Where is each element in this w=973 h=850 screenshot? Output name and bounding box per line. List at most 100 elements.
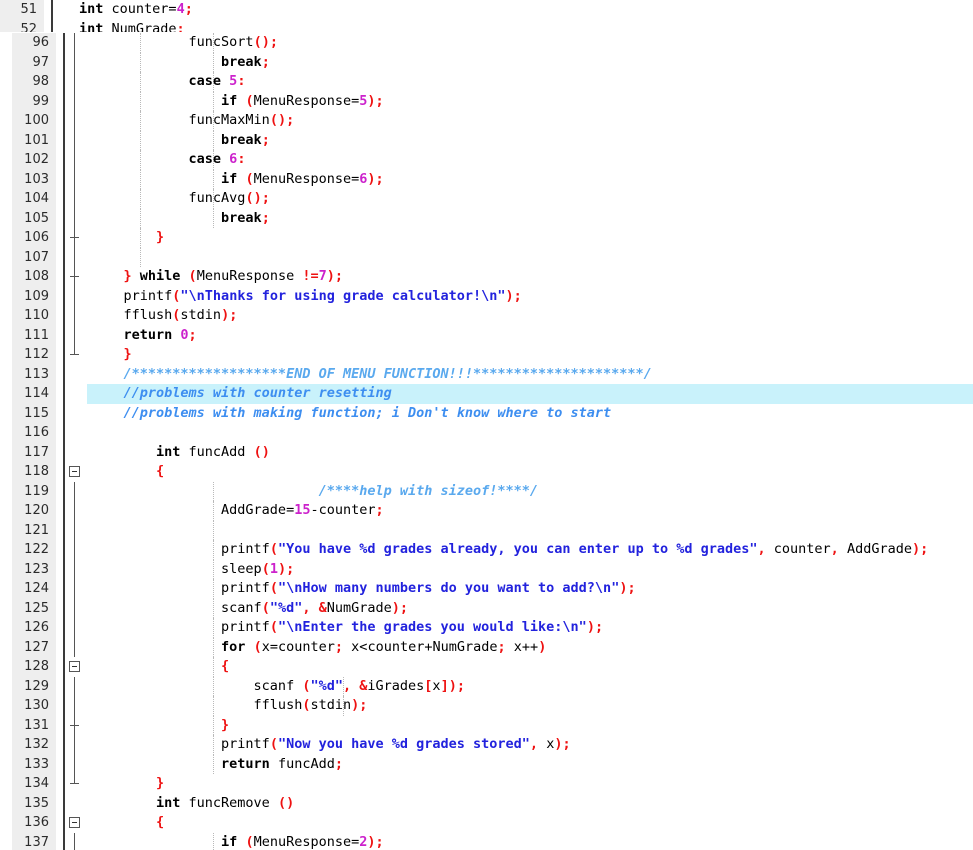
fold-column[interactable] [65,131,87,151]
split-pane-lower[interactable]: 96 funcSort();97 break;98 case 5:99 if (… [0,32,973,850]
code-line[interactable]: 105 break; [6,209,973,229]
code-line[interactable]: 134 } [6,774,973,794]
fold-column[interactable] [65,813,87,833]
code-cell[interactable]: return funcAdd; [87,755,973,775]
code-cell[interactable]: funcMaxMin(); [87,111,973,131]
fold-column[interactable] [65,384,87,404]
fold-column[interactable] [65,735,87,755]
fold-column[interactable] [65,618,87,638]
code-line[interactable]: 136 { [6,813,973,833]
code-line[interactable]: 99 if (MenuResponse=5); [6,92,973,112]
code-line[interactable]: 104 funcAvg(); [6,189,973,209]
code-line[interactable]: 131 } [6,716,973,736]
code-cell[interactable]: /*******************END OF MENU FUNCTION… [87,365,973,385]
code-line[interactable]: 130 fflush(stdin); [6,696,973,716]
code-cell[interactable]: scanf ("%d", &iGrades[x]); [87,677,973,697]
code-line[interactable]: 98 case 5: [6,72,973,92]
code-line[interactable]: 108 } while (MenuResponse !=7); [6,267,973,287]
code-line[interactable]: 111 return 0; [6,326,973,346]
fold-column[interactable] [65,599,87,619]
code-cell[interactable]: sleep(1); [87,560,973,580]
fold-column[interactable] [65,423,87,443]
fold-column[interactable] [65,345,87,365]
fold-column[interactable] [53,20,75,33]
code-cell[interactable]: printf("Now you have %d grades stored", … [87,735,973,755]
code-cell[interactable]: int funcAdd () [87,443,973,463]
fold-column[interactable] [65,150,87,170]
code-cell[interactable]: break; [87,131,973,151]
fold-column[interactable] [65,501,87,521]
code-cell[interactable]: if (MenuResponse=6); [87,170,973,190]
code-line[interactable]: 103 if (MenuResponse=6); [6,170,973,190]
fold-column[interactable] [65,228,87,248]
code-line[interactable]: 109 printf("\nThanks for using grade cal… [6,287,973,307]
code-cell[interactable]: } [87,228,973,248]
fold-column[interactable] [65,462,87,482]
code-cell[interactable]: int counter=4; [75,0,973,20]
code-line[interactable]: 110 fflush(stdin); [6,306,973,326]
fold-column[interactable] [65,774,87,794]
code-cell[interactable]: } [87,716,973,736]
split-pane-upper[interactable]: 51int counter=4;52int NumGrade; [0,0,973,32]
code-line[interactable]: 113 /*******************END OF MENU FUNC… [6,365,973,385]
code-line[interactable]: 112 } [6,345,973,365]
code-cell[interactable]: for (x=counter; x<counter+NumGrade; x++) [87,638,973,658]
fold-column[interactable] [65,267,87,287]
code-cell[interactable]: return 0; [87,326,973,346]
code-cell[interactable]: } [87,774,973,794]
fold-column[interactable] [65,170,87,190]
code-cell[interactable] [87,521,973,541]
code-line[interactable]: 137 if (MenuResponse=2); [6,833,973,850]
code-cell[interactable]: funcSort(); [87,33,973,53]
code-cell[interactable]: break; [87,209,973,229]
fold-column[interactable] [65,677,87,697]
fold-column[interactable] [53,0,75,20]
fold-collapse-box[interactable] [69,661,80,672]
fold-column[interactable] [65,365,87,385]
fold-column[interactable] [65,540,87,560]
code-line[interactable]: 132 printf("Now you have %d grades store… [6,735,973,755]
code-cell[interactable]: case 5: [87,72,973,92]
fold-column[interactable] [65,833,87,850]
code-editor[interactable]: 51int counter=4;52int NumGrade; 96 funcS… [0,0,973,849]
code-line[interactable]: 129 scanf ("%d", &iGrades[x]); [6,677,973,697]
fold-column[interactable] [65,404,87,424]
fold-collapse-box[interactable] [69,817,80,828]
code-cell[interactable]: if (MenuResponse=5); [87,92,973,112]
code-line[interactable]: 121 [6,521,973,541]
code-line[interactable]: 126 printf("\nEnter the grades you would… [6,618,973,638]
code-cell[interactable]: } while (MenuResponse !=7); [87,267,973,287]
fold-column[interactable] [65,560,87,580]
code-line[interactable]: 51int counter=4; [0,0,973,20]
code-line[interactable]: 119 /****help with sizeof!****/ [6,482,973,502]
code-cell[interactable]: AddGrade=15-counter; [87,501,973,521]
fold-column[interactable] [65,33,87,53]
code-cell[interactable]: /****help with sizeof!****/ [87,482,973,502]
code-cell[interactable]: break; [87,53,973,73]
code-cell[interactable]: fflush(stdin); [87,306,973,326]
code-cell[interactable]: fflush(stdin); [87,696,973,716]
fold-column[interactable] [65,209,87,229]
code-line[interactable]: 52int NumGrade; [0,20,973,33]
code-line[interactable]: 101 break; [6,131,973,151]
fold-column[interactable] [65,657,87,677]
fold-column[interactable] [65,521,87,541]
code-line[interactable]: 127 for (x=counter; x<counter+NumGrade; … [6,638,973,658]
code-cell[interactable]: int funcRemove () [87,794,973,814]
fold-column[interactable] [65,716,87,736]
code-cell[interactable]: int NumGrade; [75,20,973,33]
code-line[interactable]: 120 AddGrade=15-counter; [6,501,973,521]
fold-column[interactable] [65,306,87,326]
fold-column[interactable] [65,53,87,73]
code-line[interactable]: 116 [6,423,973,443]
code-cell[interactable]: { [87,657,973,677]
fold-column[interactable] [65,72,87,92]
code-cell[interactable]: printf("You have %d grades already, you … [87,540,973,560]
code-cell[interactable] [87,248,973,268]
code-line[interactable]: 123 sleep(1); [6,560,973,580]
code-cell[interactable] [87,423,973,443]
code-line[interactable]: 100 funcMaxMin(); [6,111,973,131]
code-cell[interactable]: case 6: [87,150,973,170]
fold-column[interactable] [65,92,87,112]
fold-collapse-box[interactable] [69,466,80,477]
